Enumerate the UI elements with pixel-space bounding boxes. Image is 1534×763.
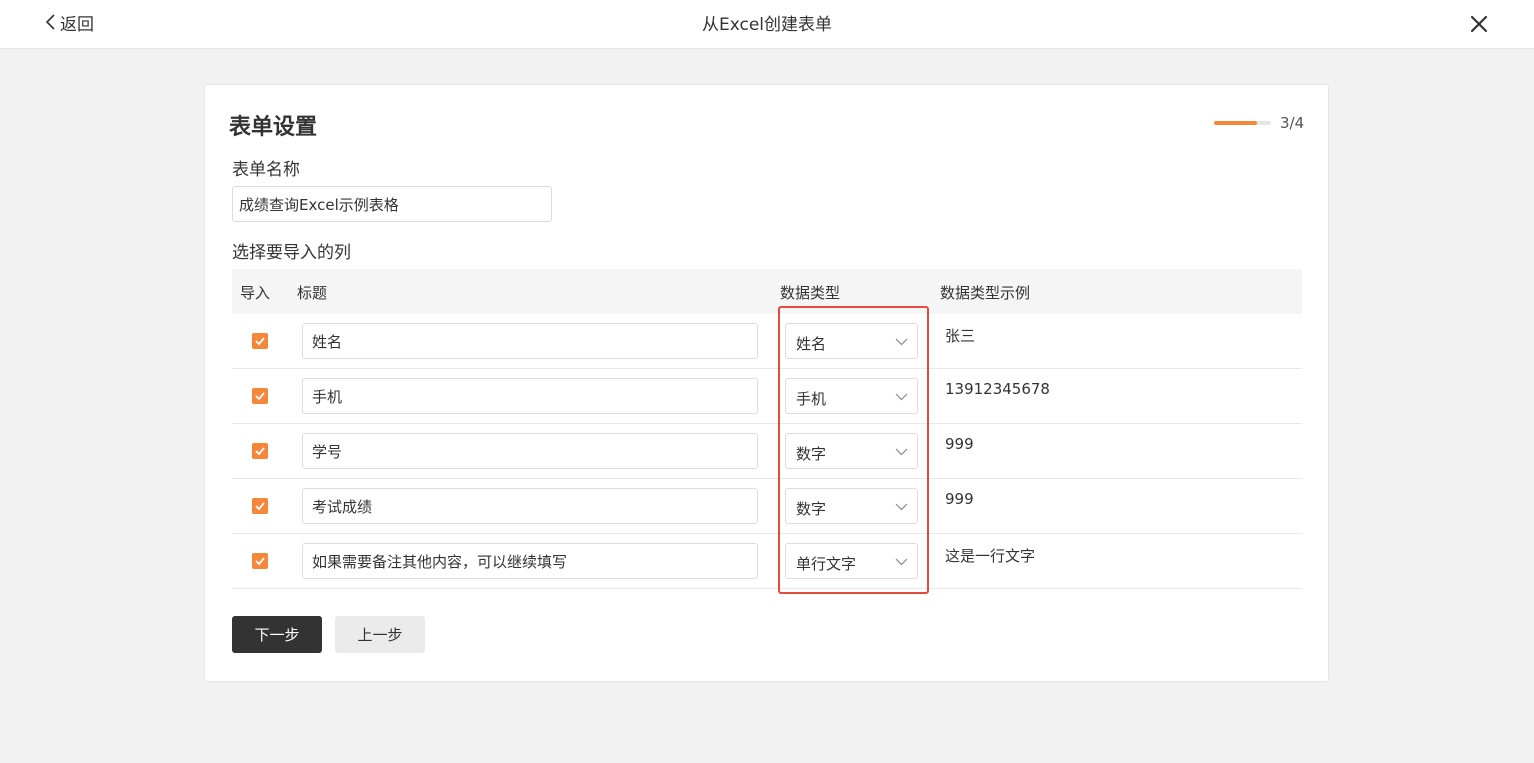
chevron-down-icon (895, 393, 908, 401)
data-type-select[interactable]: 姓名 (785, 323, 918, 359)
table-row: 单行文字 这是一行文字 (232, 534, 1302, 589)
check-icon (255, 557, 265, 566)
check-icon (255, 447, 265, 456)
data-type-example: 张三 (945, 327, 976, 345)
data-type-value: 单行文字 (796, 555, 857, 573)
data-type-value: 数字 (796, 500, 827, 518)
prev-step-button[interactable]: 上一步 (335, 616, 425, 653)
form-settings-card: 表单设置 3/4 表单名称 选择要导入的列 导入 标题 数据类型 数据类型示例 … (204, 84, 1329, 682)
data-type-value: 姓名 (796, 335, 827, 353)
data-type-example: 13912345678 (945, 380, 1050, 398)
column-title-input[interactable] (302, 378, 758, 414)
check-icon (255, 502, 265, 511)
chevron-down-icon (895, 338, 908, 346)
column-title-input[interactable] (302, 543, 758, 579)
table-row: 手机 13912345678 (232, 369, 1302, 424)
step-progress: 3/4 (1214, 114, 1304, 132)
data-type-select[interactable]: 单行文字 (785, 543, 918, 579)
import-checkbox[interactable] (252, 443, 268, 459)
data-type-value: 数字 (796, 445, 827, 463)
import-checkbox[interactable] (252, 388, 268, 404)
columns-label: 选择要导入的列 (232, 243, 351, 263)
data-type-example: 999 (945, 435, 974, 453)
column-title-input[interactable] (302, 323, 758, 359)
header-type: 数据类型 (780, 284, 841, 302)
form-name-input[interactable] (232, 186, 552, 222)
table-row: 姓名 张三 (232, 314, 1302, 369)
column-title-input[interactable] (302, 433, 758, 469)
data-type-select[interactable]: 数字 (785, 433, 918, 469)
card-heading: 表单设置 (229, 115, 318, 140)
data-type-example: 这是一行文字 (945, 547, 1036, 565)
check-icon (255, 392, 265, 401)
data-type-select[interactable]: 手机 (785, 378, 918, 414)
header-title: 标题 (297, 284, 328, 302)
next-step-button[interactable]: 下一步 (232, 616, 322, 653)
import-checkbox[interactable] (252, 553, 268, 569)
table-row: 数字 999 (232, 479, 1302, 534)
close-icon[interactable] (1469, 14, 1489, 34)
data-type-value: 手机 (796, 390, 827, 408)
form-name-label: 表单名称 (232, 160, 300, 180)
header-example: 数据类型示例 (940, 284, 1031, 302)
import-checkbox[interactable] (252, 498, 268, 514)
table-row: 数字 999 (232, 424, 1302, 479)
data-type-example: 999 (945, 490, 974, 508)
check-icon (255, 337, 265, 346)
page-title: 从Excel创建表单 (701, 15, 833, 35)
table-header: 导入 标题 数据类型 数据类型示例 (232, 269, 1302, 314)
progress-fill (1214, 121, 1257, 125)
import-checkbox[interactable] (252, 333, 268, 349)
header-import: 导入 (240, 284, 271, 302)
column-title-input[interactable] (302, 488, 758, 524)
data-type-select[interactable]: 数字 (785, 488, 918, 524)
chevron-down-icon (895, 448, 908, 456)
chevron-down-icon (895, 558, 908, 566)
progress-bar (1214, 121, 1271, 125)
step-label: 3/4 (1280, 114, 1305, 132)
top-bar: 返回 从Excel创建表单 (0, 0, 1534, 49)
chevron-down-icon (895, 503, 908, 511)
